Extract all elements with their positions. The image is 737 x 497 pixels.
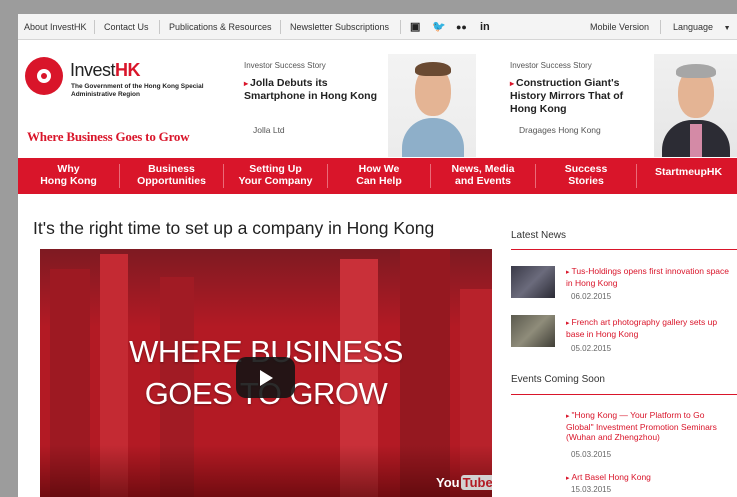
hair-shape — [415, 62, 451, 76]
page-title: It's the right time to set up a company … — [33, 218, 435, 238]
arrow-right-icon: ▸ — [244, 79, 249, 88]
news-title-text: French art photography gallery sets up b… — [566, 317, 718, 339]
youtube-icon[interactable]: ▣ — [410, 14, 420, 40]
nav-success-stories[interactable]: Success Stories — [536, 158, 636, 194]
latest-news-heading: Latest News — [511, 230, 567, 241]
story-company: Dragages Hong Kong — [519, 125, 601, 135]
nav-label-line2: Your Company — [238, 175, 313, 187]
news-thumbnail[interactable] — [511, 266, 555, 298]
page: About InvestHK Contact Us Publications &… — [18, 14, 737, 497]
nav-label-line1: Success — [564, 163, 608, 175]
events-heading: Events Coming Soon — [511, 374, 605, 385]
nav-label-line2: Hong Kong — [40, 175, 97, 187]
news-title-text: Tus-Holdings opens first innovation spac… — [566, 266, 730, 288]
story-portrait-photo[interactable] — [654, 54, 737, 157]
arrow-right-icon: ▸ — [566, 475, 570, 482]
event-title-text: Art Basel Hong Kong — [571, 472, 651, 482]
language-label: Language — [673, 22, 714, 32]
event-title-text: "Hong Kong — Your Platform to Go Global"… — [566, 410, 717, 442]
nav-business-opportunities[interactable]: Business Opportunities — [120, 158, 223, 194]
nav-news-media-events[interactable]: News, Media and Events — [431, 158, 535, 194]
divider — [400, 20, 401, 34]
video-shade — [40, 445, 492, 497]
story-eyebrow: Investor Success Story — [244, 61, 326, 70]
logo-invest: Invest — [70, 60, 116, 80]
story-portrait-photo[interactable] — [388, 54, 476, 157]
about-link[interactable]: About InvestHK — [24, 14, 87, 40]
divider — [280, 20, 281, 34]
arrow-right-icon: ▸ — [566, 320, 570, 327]
story-title-text: Construction Giant's History Mirrors Tha… — [510, 77, 624, 115]
story-eyebrow: Investor Success Story — [510, 61, 592, 70]
nav-label-line1: How We — [358, 163, 400, 175]
shirt-shape — [402, 118, 464, 157]
tagline: Where Business Goes to Grow — [27, 129, 190, 144]
story-title-link[interactable]: ▸ Jolla Debuts its Smartphone in Hong Kon… — [244, 77, 384, 103]
divider — [159, 20, 160, 34]
mobile-version-link[interactable]: Mobile Version — [590, 14, 649, 40]
nav-label-line2: Can Help — [356, 175, 402, 187]
publications-link[interactable]: Publications & Resources — [169, 14, 272, 40]
investhk-logo[interactable]: InvestHK — [70, 60, 141, 81]
news-link[interactable]: ▸ French art photography gallery sets up … — [566, 317, 732, 339]
hk-emblem-logo[interactable] — [25, 57, 63, 95]
twitter-icon[interactable]: 🐦 — [432, 14, 446, 40]
story-title-link[interactable]: ▸ Construction Giant's History Mirrors Th… — [510, 77, 650, 116]
hair-shape — [676, 64, 716, 78]
contact-link[interactable]: Contact Us — [104, 14, 149, 40]
logo-hk: HK — [115, 60, 141, 80]
chevron-down-icon: ▼ — [723, 25, 731, 32]
nav-label-line2: Opportunities — [137, 175, 206, 187]
divider — [94, 20, 95, 34]
nav-label-line1: StartmeupHK — [654, 166, 723, 178]
main-nav: Why Hong Kong Business Opportunities Setti… — [18, 158, 737, 194]
newsletter-link[interactable]: Newsletter Subscriptions — [290, 14, 389, 40]
play-icon — [260, 370, 273, 386]
video-player[interactable]: WHERE BUSINESS GOES TO GROW YouTube — [40, 249, 492, 497]
youtube-you: You — [436, 475, 460, 490]
tie-shape — [690, 124, 702, 157]
youtube-logo[interactable]: You Tube — [436, 475, 492, 495]
event-link[interactable]: ▸ "Hong Kong — Your Platform to Go Global… — [566, 410, 732, 442]
nav-why-hong-kong[interactable]: Why Hong Kong — [18, 158, 119, 194]
nav-setting-up[interactable]: Setting Up Your Company — [224, 158, 327, 194]
nav-startmeuphk[interactable]: StartmeupHK — [637, 158, 737, 194]
section-divider — [511, 249, 737, 250]
nav-label-line1: Business — [148, 163, 195, 175]
government-subtitle: The Government of the Hong Kong Special … — [71, 83, 204, 98]
flickr-icon[interactable]: ●● — [456, 14, 467, 40]
news-thumbnail[interactable] — [511, 315, 555, 347]
story-title-text: Jolla Debuts its Smartphone in Hong Kong — [244, 77, 377, 102]
youtube-tube: Tube — [460, 475, 492, 490]
divider — [660, 20, 661, 34]
nav-label-line2: Stories — [568, 175, 604, 187]
nav-label-line1: News, Media — [451, 163, 515, 175]
nav-label-line1: Setting Up — [249, 163, 302, 175]
nav-label-line2: and Events — [454, 175, 512, 187]
news-link[interactable]: ▸ Tus-Holdings opens first innovation spa… — [566, 266, 732, 288]
utility-bar: About InvestHK Contact Us Publications &… — [18, 14, 737, 40]
play-button[interactable] — [236, 357, 295, 398]
nav-how-we-can-help[interactable]: How We Can Help — [328, 158, 430, 194]
nav-label-line1: Why — [57, 163, 80, 175]
arrow-right-icon: ▸ — [510, 79, 515, 88]
event-date: 15.03.2015 — [571, 485, 612, 494]
arrow-right-icon: ▸ — [566, 269, 570, 276]
event-date: 05.03.2015 — [571, 450, 612, 459]
story-company: Jolla Ltd — [253, 125, 285, 135]
event-link[interactable]: ▸ Art Basel Hong Kong — [566, 472, 732, 484]
news-date: 06.02.2015 — [571, 292, 612, 301]
language-dropdown[interactable]: Language ▼ — [673, 14, 731, 40]
linkedin-icon[interactable]: in — [480, 14, 490, 40]
arrow-right-icon: ▸ — [566, 413, 570, 420]
news-date: 05.02.2015 — [571, 344, 612, 353]
section-divider — [511, 394, 737, 395]
